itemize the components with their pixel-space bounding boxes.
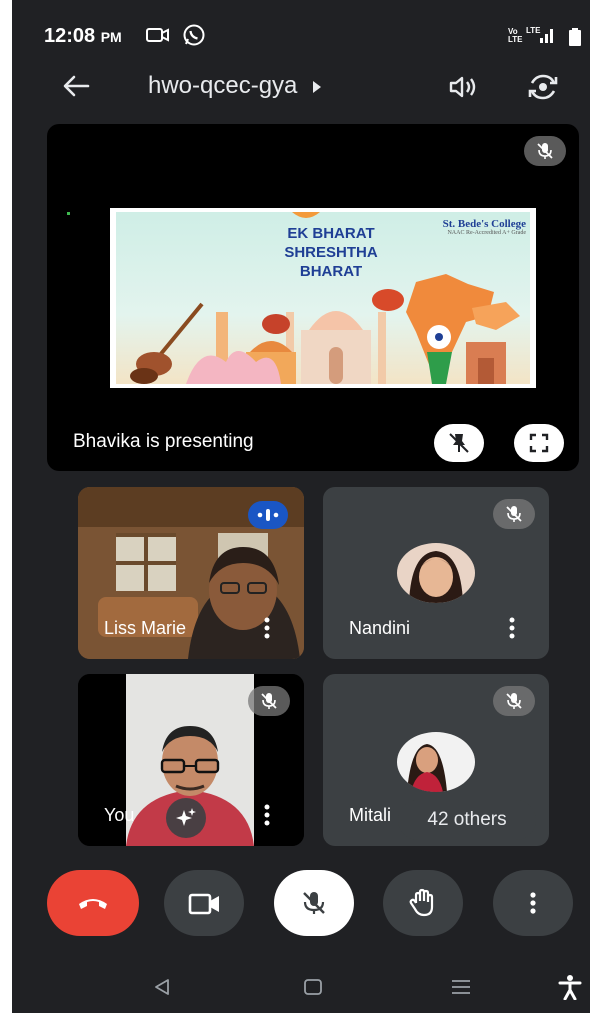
volte-label: Vo LTE bbox=[508, 27, 523, 44]
mic-off-icon bbox=[535, 141, 555, 166]
mute-badge bbox=[493, 499, 535, 529]
meet-screen: 12:08 PM Vo LTE LTE hwo-qcec-gya EK BHAR… bbox=[12, 0, 590, 1013]
lte-label: LTE bbox=[526, 26, 541, 35]
nav-recents-icon[interactable] bbox=[450, 979, 472, 1000]
avatar bbox=[397, 543, 475, 603]
back-arrow-icon[interactable] bbox=[62, 74, 90, 103]
participant-name: Liss Marie bbox=[104, 618, 187, 638]
more-options-icon bbox=[530, 892, 536, 919]
india-monuments-illustration bbox=[130, 212, 520, 384]
presentation-mute-badge bbox=[524, 136, 566, 166]
lte-signal-icon: LTE bbox=[526, 26, 556, 49]
mute-badge bbox=[493, 686, 535, 716]
mic-off-icon bbox=[504, 504, 524, 529]
clock-time: 12:08 bbox=[44, 25, 96, 47]
participant-name: Mitali bbox=[349, 805, 392, 825]
participant-name: You bbox=[104, 805, 135, 825]
participant-tile[interactable]: Liss Marie bbox=[78, 487, 304, 659]
system-nav-bar bbox=[12, 952, 590, 1013]
end-call-button[interactable] bbox=[47, 870, 139, 936]
participant-tile-self[interactable]: You bbox=[78, 674, 304, 846]
participant-name: Nandini bbox=[349, 618, 411, 638]
shared-slide: EK BHARAT SHRESHTHA BHARAT St. Bede's Co… bbox=[110, 208, 536, 388]
nav-back-icon[interactable] bbox=[152, 977, 172, 1002]
meeting-code: hwo-qcec-gya bbox=[148, 72, 298, 99]
mic-off-icon bbox=[504, 691, 524, 716]
audio-level-icon bbox=[257, 508, 279, 527]
more-vert-icon[interactable] bbox=[509, 617, 515, 639]
clock-ampm: PM bbox=[100, 29, 122, 45]
fullscreen-button[interactable] bbox=[514, 424, 564, 462]
camera-toggle-button[interactable] bbox=[164, 870, 244, 936]
more-options-button[interactable] bbox=[493, 870, 573, 936]
battery-icon bbox=[569, 28, 581, 51]
whatsapp-icon bbox=[182, 23, 206, 52]
switch-camera-icon[interactable] bbox=[526, 73, 560, 106]
effects-button[interactable] bbox=[166, 798, 206, 838]
raise-hand-button[interactable] bbox=[383, 870, 463, 936]
end-call-icon bbox=[77, 894, 109, 917]
unpin-button[interactable] bbox=[434, 424, 484, 462]
meeting-title-button[interactable]: hwo-qcec-gya bbox=[148, 72, 322, 101]
nav-home-icon[interactable] bbox=[303, 977, 323, 1002]
app-bar: hwo-qcec-gya bbox=[12, 66, 590, 110]
others-count-button[interactable]: 42 others bbox=[398, 800, 536, 840]
pin-off-icon bbox=[448, 432, 470, 459]
raise-hand-icon bbox=[408, 888, 438, 923]
more-vert-icon[interactable] bbox=[264, 617, 270, 639]
speaking-indicator bbox=[248, 501, 288, 529]
speaker-icon[interactable] bbox=[448, 75, 480, 104]
mic-toggle-button[interactable] bbox=[274, 870, 354, 936]
camera-icon bbox=[188, 893, 222, 920]
avatar bbox=[397, 732, 475, 792]
status-time: 12:08 PM bbox=[44, 25, 122, 48]
sparkle-effects-icon bbox=[175, 807, 197, 834]
indicator-dot bbox=[67, 212, 70, 215]
more-vert-icon[interactable] bbox=[264, 804, 270, 826]
participant-tile[interactable]: Nandini bbox=[323, 487, 549, 659]
accessibility-icon[interactable] bbox=[558, 974, 582, 1005]
presentation-tile[interactable]: EK BHARAT SHRESHTHA BHARAT St. Bede's Co… bbox=[47, 124, 579, 471]
mic-off-icon bbox=[259, 691, 279, 716]
slide-artwork: EK BHARAT SHRESHTHA BHARAT St. Bede's Co… bbox=[116, 212, 530, 384]
fullscreen-icon bbox=[528, 432, 550, 459]
chevron-right-icon bbox=[312, 73, 322, 101]
volte-icon: Vo LTE bbox=[508, 27, 523, 44]
presenting-label: Bhavika is presenting bbox=[73, 431, 254, 452]
status-bar: 12:08 PM Vo LTE LTE bbox=[12, 0, 590, 66]
mic-off-icon bbox=[300, 889, 328, 922]
mute-badge bbox=[248, 686, 290, 716]
video-cam-icon bbox=[146, 27, 170, 48]
